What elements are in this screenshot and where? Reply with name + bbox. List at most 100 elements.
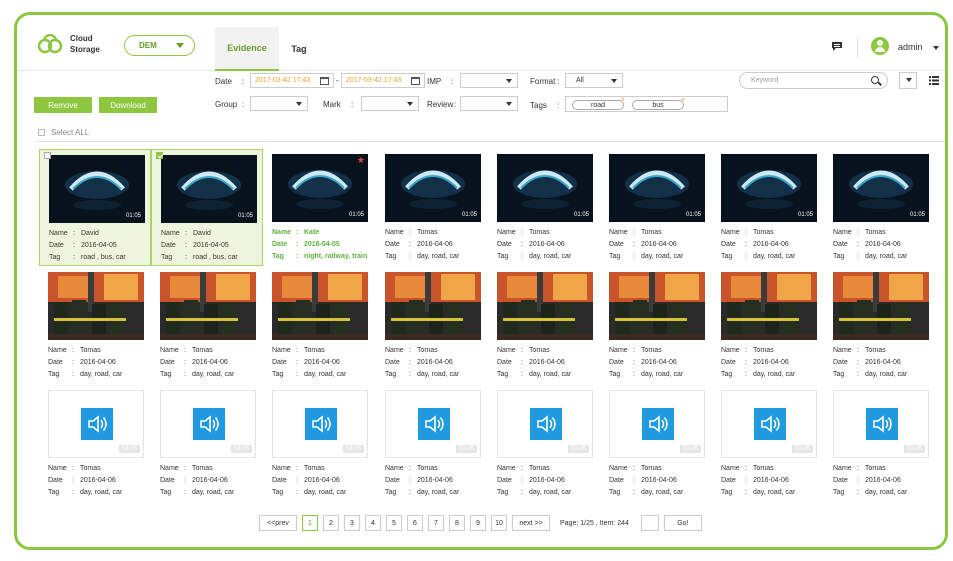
page-button[interactable]: 2 [323,515,339,531]
evidence-card[interactable]: 01:05 Name: Tomas Date:2016-04-06 Tag: day, r… [824,385,936,502]
card-checkbox[interactable] [44,152,51,159]
tab-evidence[interactable]: Evidence [215,27,279,71]
imp-select[interactable] [460,73,518,88]
search-icon[interactable] [871,76,879,84]
video-thumbnail[interactable]: 01:05 [497,154,593,222]
message-icon[interactable] [831,41,843,54]
card-colon: : [409,229,411,236]
audio-thumbnail[interactable]: 01:05 [721,390,817,458]
evidence-card[interactable]: Name: Tomas Date:2016-04-06 Tag: day, road, … [39,267,151,384]
search-input[interactable]: Keyword [739,72,888,89]
evidence-card[interactable]: Name: Tomas Date:2016-04-06 Tag: day, road, … [376,267,488,384]
close-icon[interactable]: × [621,97,625,104]
list-view-icon[interactable] [929,76,939,87]
evidence-card[interactable]: 01:05 Name: Tomas Date:2016-04-06 Tag: day, r… [488,385,600,502]
evidence-card[interactable]: 01:05 Name: Tomas Date:2016-04-06 Tag: day, r… [600,385,712,502]
evidence-card[interactable]: 01:05 Name: Tomas Date:2016-04-06 Tag: day, r… [151,385,263,502]
prev-page-button[interactable]: <<prev [259,515,297,531]
card-date-label: Date [721,359,736,366]
star-icon[interactable]: ★ [357,155,365,166]
image-thumbnail[interactable] [721,272,817,340]
page-button[interactable]: 8 [449,515,465,531]
audio-thumbnail[interactable]: 01:05 [833,390,929,458]
card-checkbox[interactable] [156,152,163,159]
audio-thumbnail[interactable]: 01:05 [609,390,705,458]
evidence-card[interactable]: 01:05 Name: Tomas Date:2016-04-06 Tag: day, r… [488,149,600,266]
audio-thumbnail[interactable]: 01:05 [497,390,593,458]
evidence-card[interactable]: 01:05 Name: Tomas Date:2016-04-06 Tag: day, r… [712,385,824,502]
evidence-card[interactable]: 01:05 Name: Tomas Date:2016-04-06 Tag: day, r… [600,149,712,266]
page-button[interactable]: 9 [470,515,486,531]
evidence-card[interactable]: 01:05 Name: Tomas Date:2016-04-06 Tag: day, r… [824,149,936,266]
card-date-row: Date:2016-04-06 [833,357,907,369]
audio-thumbnail[interactable]: 01:05 [272,390,368,458]
tag-chip-road[interactable]: road × [572,97,625,110]
select-all-checkbox[interactable]: Select ALL [38,128,89,137]
evidence-card[interactable]: 01:05 Name: Tomas Date:2016-04-06 Tag: day, r… [712,149,824,266]
evidence-card[interactable]: Name: Tomas Date:2016-04-06 Tag: day, road, … [600,267,712,384]
user-menu-chevron-icon[interactable] [933,46,939,50]
evidence-card[interactable]: 01:05 ★ Name: Kate Date:2016-04-05 Tag: night,… [263,149,375,266]
evidence-card[interactable]: 01:05 Name: David Date:2016-04-05 Tag: road ,… [151,149,263,266]
card-tag-row: Tag: day, road, car [48,369,122,381]
go-button[interactable]: Go! [663,515,702,531]
evidence-card[interactable]: Name: Tomas Date:2016-04-06 Tag: day, road, … [488,267,600,384]
image-thumbnail[interactable] [385,272,481,340]
checkbox[interactable] [38,129,45,136]
evidence-card[interactable]: 01:05 Name: Tomas Date:2016-04-06 Tag: day, r… [39,385,151,502]
audio-thumbnail[interactable]: 01:05 [385,390,481,458]
tab-tag[interactable]: Tag [279,27,319,71]
image-thumbnail[interactable] [160,272,256,340]
download-button[interactable]: Download [99,97,157,113]
tags-input[interactable]: road × bus × [565,96,728,112]
group-select[interactable] [250,96,308,111]
video-thumbnail[interactable]: 01:05 [833,154,929,222]
video-thumbnail[interactable]: 01:05 [161,155,257,223]
page-button[interactable]: 4 [365,515,381,531]
calendar-icon[interactable] [320,77,329,85]
image-thumbnail[interactable] [48,272,144,340]
video-thumbnail[interactable]: 01:05 ★ [272,154,368,222]
image-thumbnail[interactable] [609,272,705,340]
page-number-input[interactable] [640,515,659,531]
video-thumbnail[interactable]: 01:05 [609,154,705,222]
org-select[interactable]: DEM [124,35,195,56]
remove-button[interactable]: Remove [34,97,92,113]
image-thumbnail[interactable] [497,272,593,340]
evidence-card[interactable]: 01:05 Name: Tomas Date:2016-04-06 Tag: day, r… [263,385,375,502]
evidence-card[interactable]: 01:05 Name: David Date:2016-04-05 Tag: road ,… [39,149,151,266]
evidence-card[interactable]: 01:05 Name: Tomas Date:2016-04-06 Tag: day, r… [376,385,488,502]
evidence-card[interactable]: Name: Tomas Date:2016-04-06 Tag: day, road, … [712,267,824,384]
next-page-button[interactable]: next >> [512,515,550,531]
evidence-card[interactable]: Name: Tomas Date:2016-04-06 Tag: day, road, … [151,267,263,384]
sort-dropdown[interactable] [899,72,917,89]
calendar-icon[interactable] [411,77,420,85]
audio-thumbnail[interactable]: 01:05 [160,390,256,458]
page-button[interactable]: 5 [386,515,402,531]
date-from-field[interactable]: 2017-03-42 17:43 [250,73,334,88]
card-colon: : [296,347,298,354]
evidence-card[interactable]: 01:05 Name: Tomas Date:2016-04-06 Tag: day, r… [376,149,488,266]
user-name[interactable]: admin [898,42,923,52]
evidence-card[interactable]: Name: Tomas Date:2016-04-06 Tag: day, road, … [263,267,375,384]
video-thumbnail[interactable]: 01:05 [49,155,145,223]
mark-select[interactable] [361,96,419,111]
review-select[interactable] [460,96,518,111]
format-select[interactable]: All [565,73,623,88]
page-button[interactable]: 6 [407,515,423,531]
card-colon: : [521,229,523,236]
page-button[interactable]: 10 [491,515,507,531]
page-button[interactable]: 1 [302,515,318,531]
close-icon[interactable]: × [681,97,685,104]
video-thumbnail[interactable]: 01:05 [385,154,481,222]
image-thumbnail[interactable] [272,272,368,340]
audio-thumbnail[interactable]: 01:05 [48,390,144,458]
evidence-card[interactable]: Name: Tomas Date:2016-04-06 Tag: day, road, … [824,267,936,384]
date-to-field[interactable]: 2017-03-42 17:43 [341,73,425,88]
image-thumbnail[interactable] [833,272,929,340]
tag-chip-bus[interactable]: bus × [632,97,685,110]
page-button[interactable]: 3 [344,515,360,531]
page-button[interactable]: 7 [428,515,444,531]
video-thumbnail[interactable]: 01:05 [721,154,817,222]
avatar[interactable] [871,37,889,55]
